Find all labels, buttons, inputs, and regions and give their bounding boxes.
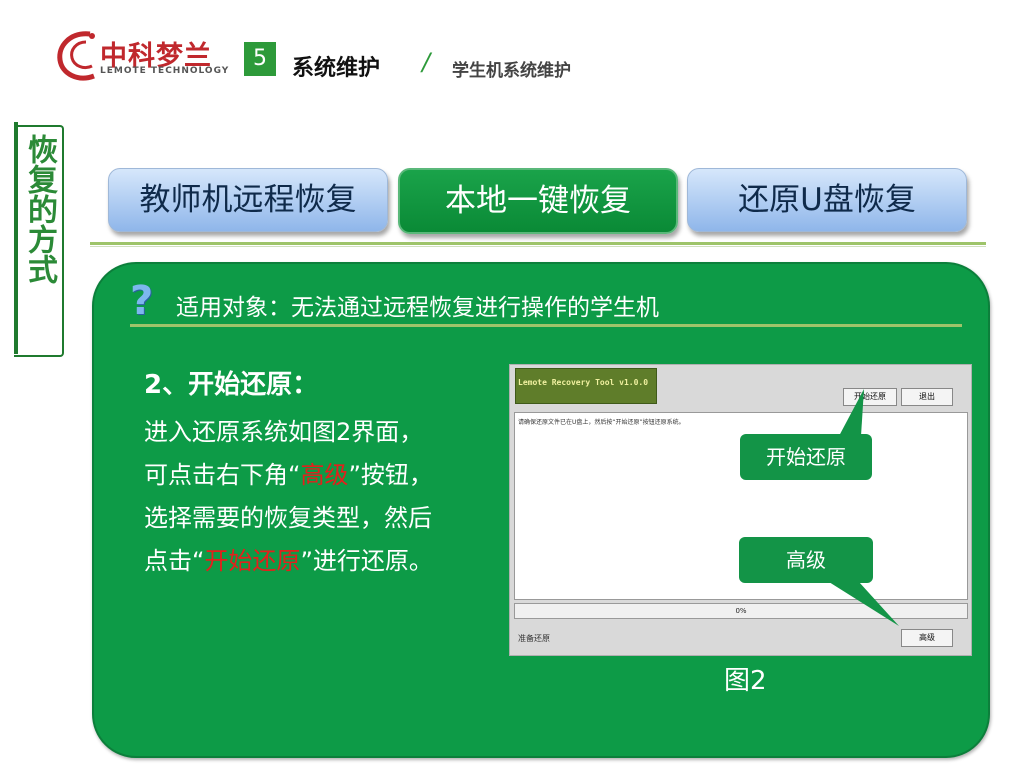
instruction-line-1: 进入还原系统如图2界面， <box>144 418 424 446</box>
panel-divider <box>130 324 962 327</box>
figure-caption: 图2 <box>724 666 767 696</box>
instruction-line-4: 点击“开始还原”进行还原。 <box>144 541 433 576</box>
instruction-line-3: 选择需要的恢复类型，然后 <box>144 504 432 532</box>
tabs-divider-shadow <box>90 246 986 247</box>
callout-pointer-start <box>839 389 864 436</box>
highlight-advanced: 高级 <box>300 461 349 489</box>
applies-to-text: 适用对象：无法通过远程恢复进行操作的学生机 <box>176 295 659 321</box>
tab-teacher-remote-recovery[interactable]: 教师机远程恢复 <box>108 168 388 232</box>
breadcrumb-separator: / <box>422 48 431 76</box>
tabs-divider <box>90 242 986 245</box>
section-number-badge: 5 <box>244 42 276 76</box>
tab-usb-restore-recovery[interactable]: 还原U盘恢复 <box>687 168 967 232</box>
callout-start-restore: 开始还原 <box>740 434 872 480</box>
tab-local-one-key-recovery[interactable]: 本地一键恢复 <box>398 168 678 234</box>
instruction-line-2-start: 可点击右下角“ <box>144 461 301 489</box>
instruction-line-4-end: ”进行还原。 <box>300 547 433 575</box>
step-title: 2、开始还原： <box>144 370 319 400</box>
highlight-start-restore: 开始还原 <box>204 547 301 575</box>
callout-pointer-advanced <box>829 582 899 626</box>
instruction-line-2: 可点击右下角“高级”按钮， <box>144 455 433 490</box>
question-mark-icon: ? <box>130 278 154 324</box>
instruction-line-2-end: ”按钮， <box>348 461 433 489</box>
side-label: 恢复的方式 <box>22 134 57 284</box>
logo-english-text: LEMOTE TECHNOLOGY <box>100 66 230 76</box>
instruction-line-4-start: 点击“ <box>144 547 205 575</box>
callout-pointers <box>829 389 899 626</box>
callout-advanced: 高级 <box>739 537 873 583</box>
subsection-title: 学生机系统维护 <box>452 61 571 81</box>
section-title: 系统维护 <box>292 56 381 81</box>
